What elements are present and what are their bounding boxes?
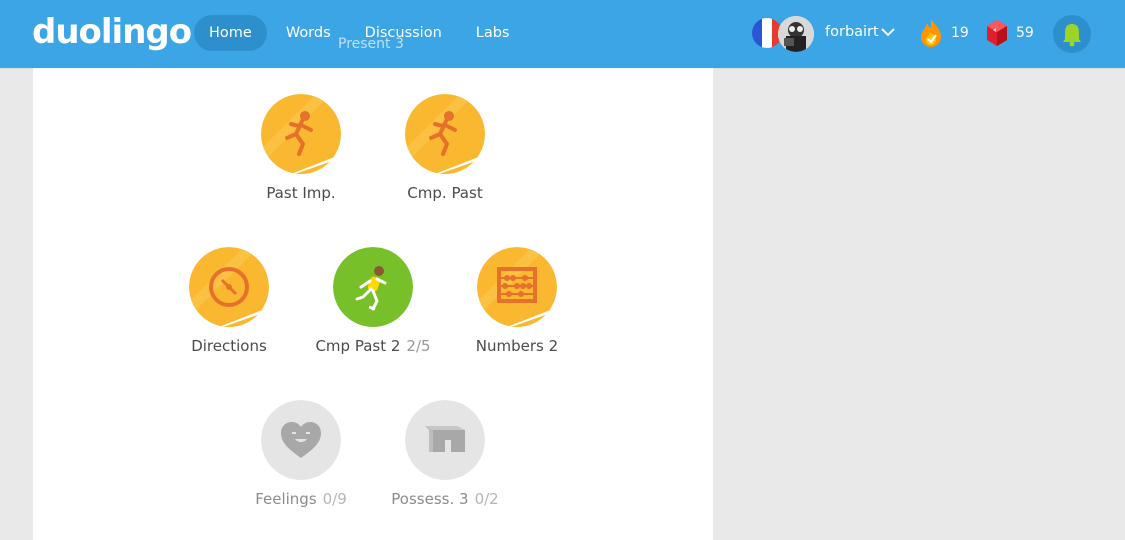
skill-badge[interactable] [261,94,341,174]
skill-badge[interactable] [477,247,557,327]
skill-label: Cmp Past 2 2/5 [315,337,431,355]
skill-progress: 0/2 [474,490,499,508]
streak-counter[interactable]: 19 [919,16,969,50]
avatar[interactable] [778,16,814,52]
skill-label: Numbers 2 [475,337,559,355]
lingot-count: 59 [1016,25,1034,41]
skill-label: Past Imp. [266,184,336,202]
nav-words[interactable]: Words [271,15,346,51]
running-person-icon [261,94,341,174]
lingot-gem-icon [987,20,1007,46]
skill-badge[interactable] [261,400,341,480]
skill-past-imp[interactable]: Past Imp. [221,94,381,202]
running-person-icon [333,247,413,327]
flame-icon [921,19,941,47]
skill-badge[interactable] [405,400,485,480]
skill-label: Cmp. Past [407,184,483,202]
skill-possess-3[interactable]: Possess. 3 0/2 [365,400,525,508]
compass-icon [189,247,269,327]
skill-progress: 2/5 [406,337,431,355]
skill-badge[interactable] [405,94,485,174]
skill-cmp-past-2[interactable]: Cmp Past 2 2/5 [293,247,453,355]
streak-count: 19 [951,25,969,41]
skill-cmp-past[interactable]: Cmp. Past [365,94,525,202]
scrolled-skill-label: Present 3 [338,36,404,52]
skill-feelings[interactable]: Feelings 0/9 [221,400,381,508]
skill-badge[interactable] [333,247,413,327]
skill-label: Feelings 0/9 [255,490,347,508]
skill-label: Directions [191,337,267,355]
nav-home[interactable]: Home [194,15,267,51]
skill-badge[interactable] [189,247,269,327]
skill-tree-panel: Past Imp. Cmp. Past Directions Cmp Past … [33,0,713,540]
abacus-icon [477,247,557,327]
skill-numbers-2[interactable]: Numbers 2 [437,247,597,355]
chevron-down-icon[interactable] [880,26,896,38]
notifications-button[interactable] [1053,15,1091,53]
username[interactable]: forbairt [825,24,879,40]
skill-progress: 0/9 [322,490,347,508]
skill-directions[interactable]: Directions [149,247,309,355]
nav-labs[interactable]: Labs [461,15,525,51]
lingot-counter[interactable]: 59 [986,16,1034,50]
box-icon [405,400,485,480]
bell-icon [1063,24,1081,47]
skill-label: Possess. 3 0/2 [391,490,499,508]
running-person-icon [405,94,485,174]
duolingo-logo[interactable]: duolingo [32,12,192,52]
top-navigation-bar: duolingo Home Words Discussion Labs forb… [0,0,1125,68]
heart-face-icon [261,400,341,480]
